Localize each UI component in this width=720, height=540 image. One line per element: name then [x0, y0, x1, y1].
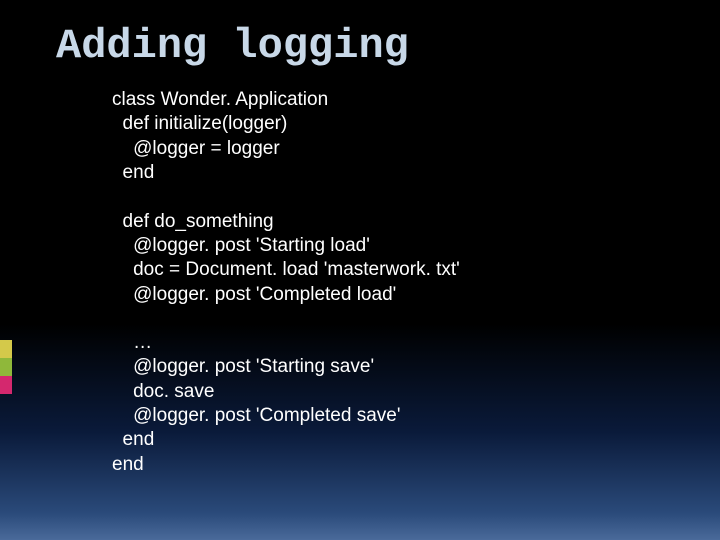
slide: Adding logging class Wonder. Application… [0, 0, 720, 477]
code-block: class Wonder. Application def initialize… [56, 88, 720, 477]
slide-title: Adding logging [56, 22, 720, 70]
accent-bar-pink [0, 376, 12, 394]
accent-bar-yellow [0, 340, 12, 358]
accent-bar-green [0, 358, 12, 376]
accent-bars [0, 340, 12, 394]
